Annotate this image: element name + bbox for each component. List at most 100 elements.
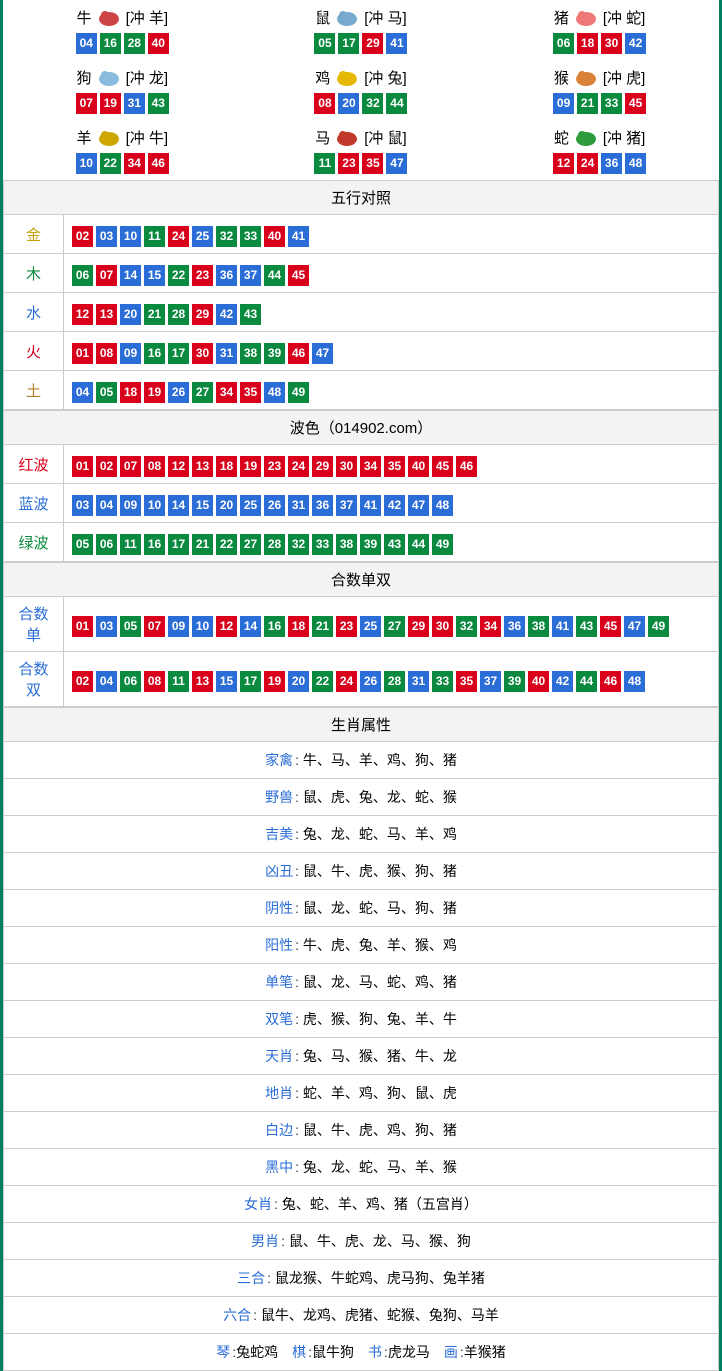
zodiac-clash: [冲 鼠] [364, 127, 407, 148]
wuxing-header-row: 五行对照 [4, 181, 719, 215]
bose-table: 波色（014902.com） 红波01020708121318192324293… [3, 410, 719, 562]
zodiac-name: 猪 [554, 7, 569, 28]
bose-label: 蓝波 [4, 484, 64, 523]
number-box: 22 [312, 671, 333, 692]
number-box: 20 [216, 495, 237, 516]
zodiac-name-row: 猴[冲 虎] [554, 66, 646, 88]
number-box: 06 [72, 265, 93, 286]
zodiac-icon [571, 66, 601, 88]
number-box: 49 [288, 382, 309, 403]
zodiac-name-row: 狗[冲 龙] [77, 66, 169, 88]
number-box: 12 [72, 304, 93, 325]
zodiac-name: 羊 [77, 127, 92, 148]
attr-sep: : [295, 937, 303, 953]
attr-key: 画 [444, 1344, 458, 1360]
number-box: 20 [120, 304, 141, 325]
number-box: 15 [192, 495, 213, 516]
attr-sep: : [281, 1233, 289, 1249]
zodiac-icon [571, 126, 601, 148]
attr-cell: 六合: 鼠牛、龙鸡、虎猪、蛇猴、兔狗、马羊 [4, 1297, 719, 1334]
attr-key: 六合 [223, 1307, 251, 1323]
number-box: 19 [100, 93, 121, 114]
attr-value: 鼠、牛、虎、鸡、狗、猪 [303, 1122, 457, 1138]
attr-cell: 阴性: 鼠、龙、蛇、马、狗、猪 [4, 890, 719, 927]
number-box: 13 [192, 671, 213, 692]
attr-cell: 单笔: 鼠、龙、马、蛇、鸡、猪 [4, 964, 719, 1001]
attr-row: 三合: 鼠龙猴、牛蛇鸡、虎马狗、兔羊猪 [4, 1260, 719, 1297]
zodiac-nums: 04162840 [76, 33, 169, 54]
attr-cell: 三合: 鼠龙猴、牛蛇鸡、虎马狗、兔羊猪 [4, 1260, 719, 1297]
number-box: 12 [216, 616, 237, 637]
number-box: 03 [72, 495, 93, 516]
number-box: 45 [288, 265, 309, 286]
number-box: 02 [72, 226, 93, 247]
bose-header-row: 波色（014902.com） [4, 411, 719, 445]
wuxing-nums: 02031011242532334041 [64, 215, 719, 254]
attr-key: 琴 [216, 1344, 230, 1360]
number-box: 07 [96, 265, 117, 286]
number-box: 18 [288, 616, 309, 637]
heshu-nums: 0103050709101214161821232527293032343638… [64, 597, 719, 652]
number-box: 27 [384, 616, 405, 637]
heshu-nums: 0204060811131517192022242628313335373940… [64, 652, 719, 707]
attr-value: 兔蛇鸡 [236, 1344, 278, 1360]
attr-row: 家禽: 牛、马、羊、鸡、狗、猪 [4, 742, 719, 779]
attr-key: 黑中 [265, 1159, 293, 1175]
number-box: 33 [312, 534, 333, 555]
zodiac-icon [571, 6, 601, 28]
number-box: 17 [168, 534, 189, 555]
number-box: 34 [124, 153, 145, 174]
number-box: 49 [648, 616, 669, 637]
attr-sep: : [267, 1270, 275, 1286]
zodiac-clash: [冲 猪] [603, 127, 646, 148]
number-box: 33 [601, 93, 622, 114]
wuxing-label: 土 [4, 371, 64, 410]
number-box: 06 [553, 33, 574, 54]
wuxing-nums: 04051819262734354849 [64, 371, 719, 410]
number-box: 01 [72, 456, 93, 477]
number-box: 38 [240, 343, 261, 364]
attr-key: 棋 [292, 1344, 306, 1360]
zodiac-nums: 11233547 [314, 153, 407, 174]
zodiac-cell: 蛇[冲 猪]12243648 [480, 120, 719, 180]
number-box: 09 [120, 495, 141, 516]
attr-key: 阳性 [265, 937, 293, 953]
number-box: 39 [504, 671, 525, 692]
zodiac-name: 鸡 [315, 67, 330, 88]
number-box: 22 [216, 534, 237, 555]
number-box: 24 [288, 456, 309, 477]
number-box: 05 [120, 616, 141, 637]
attr-row: 双笔: 虎、猴、狗、兔、羊、牛 [4, 1001, 719, 1038]
heshu-row: 合数单0103050709101214161821232527293032343… [4, 597, 719, 652]
attr-row: 女肖: 兔、蛇、羊、鸡、猪（五宫肖） [4, 1186, 719, 1223]
bose-row: 红波0102070812131819232429303435404546 [4, 445, 719, 484]
wuxing-nums: 0108091617303138394647 [64, 332, 719, 371]
attr-key: 单笔 [265, 974, 293, 990]
zodiac-name: 马 [315, 127, 330, 148]
attr-cell: 双笔: 虎、猴、狗、兔、羊、牛 [4, 1001, 719, 1038]
number-box: 43 [148, 93, 169, 114]
number-box: 36 [216, 265, 237, 286]
heshu-header-row: 合数单双 [4, 563, 719, 597]
zodiac-cell: 马 [冲 鼠] 11233547 [242, 120, 481, 180]
attr-value: 鼠、牛、虎、猴、狗、猪 [303, 863, 457, 879]
number-box: 31 [408, 671, 429, 692]
attr-value: 虎龙马 [388, 1344, 430, 1360]
number-box: 10 [192, 616, 213, 637]
number-box: 17 [168, 343, 189, 364]
number-box: 31 [216, 343, 237, 364]
wuxing-row: 土04051819262734354849 [4, 371, 719, 410]
bose-row: 蓝波03040910141520252631363741424748 [4, 484, 719, 523]
zodiac-nums: 09213345 [553, 93, 646, 114]
number-box: 07 [76, 93, 97, 114]
wuxing-nums: 1213202128294243 [64, 293, 719, 332]
zodiac-name-row: 羊[冲 牛] [77, 126, 169, 148]
number-box: 38 [336, 534, 357, 555]
number-box: 28 [124, 33, 145, 54]
number-box: 04 [96, 495, 117, 516]
number-box: 26 [168, 382, 189, 403]
number-box: 22 [168, 265, 189, 286]
number-box: 21 [144, 304, 165, 325]
attr-cell: 野兽: 鼠、虎、兔、龙、蛇、猴 [4, 779, 719, 816]
number-box: 47 [386, 153, 407, 174]
